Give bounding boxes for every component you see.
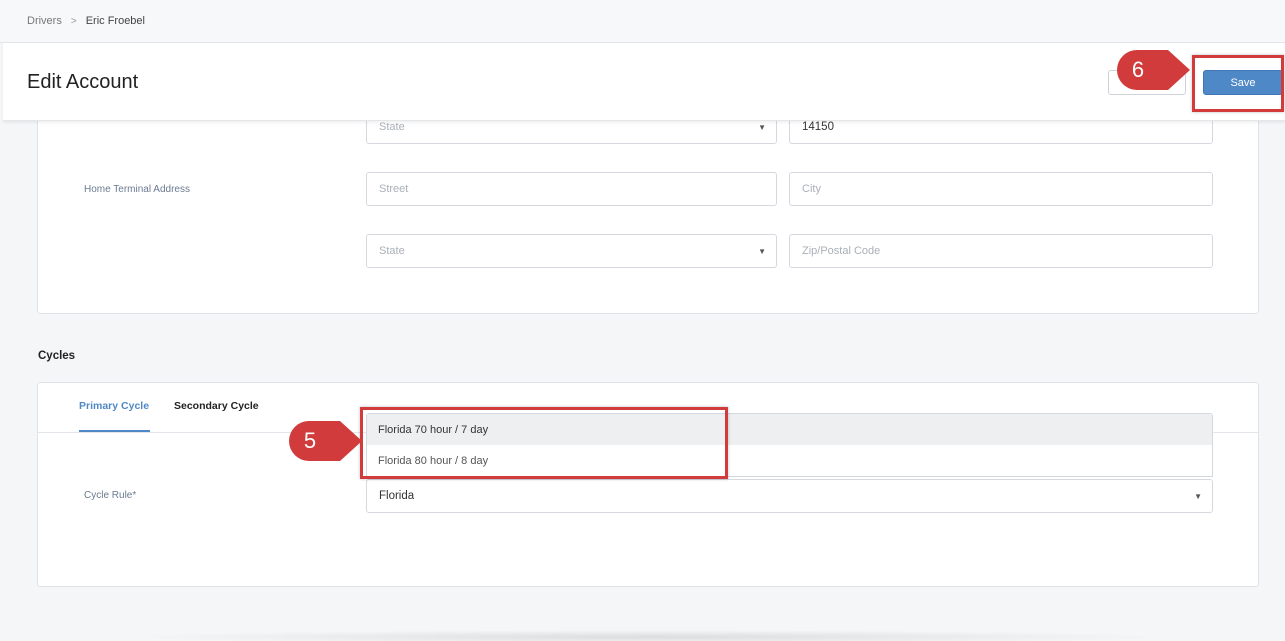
breadcrumb-separator: >	[70, 15, 77, 27]
active-tab-indicator	[79, 430, 150, 432]
tab-primary-cycle[interactable]: Primary Cycle	[79, 400, 149, 412]
cycle-rule-label: Cycle Rule*	[84, 490, 137, 501]
callout-highlight-5	[360, 407, 728, 479]
cycle-rule-select[interactable]: Florida ▼	[366, 479, 1213, 513]
page: Drivers > Eric Froebel Edit Account Save…	[0, 0, 1285, 641]
bottom-shadow	[120, 630, 1180, 641]
street-placeholder: Street	[379, 183, 409, 195]
breadcrumb-current: Eric Froebel	[85, 15, 145, 27]
callout-number-6: 6	[1131, 57, 1145, 82]
cycle-rule-value: Florida	[379, 490, 415, 502]
state-placeholder: State	[379, 245, 405, 257]
page-title: Edit Account	[27, 71, 139, 93]
page-header: Edit Account Save	[3, 43, 1285, 121]
home-terminal-state-select[interactable]: State ▼	[366, 234, 777, 268]
mailing-state-placeholder: State	[379, 121, 405, 133]
breadcrumb-drivers-link[interactable]: Drivers	[27, 15, 62, 27]
home-terminal-city-input[interactable]: City	[789, 172, 1213, 206]
callout-highlight-6	[1192, 55, 1284, 112]
callout-number-5: 5	[303, 428, 317, 453]
callout-badge-5: 5	[288, 420, 364, 467]
callout-badge-6: 6	[1116, 49, 1192, 96]
chevron-down-icon: ▼	[1194, 492, 1202, 501]
cycles-section-title: Cycles	[38, 350, 76, 362]
zip-placeholder: Zip/Postal Code	[802, 245, 881, 257]
mailing-zip-value: 14150	[802, 121, 834, 133]
home-terminal-zip-input[interactable]: Zip/Postal Code	[789, 234, 1213, 268]
tab-secondary-cycle[interactable]: Secondary Cycle	[174, 400, 259, 412]
home-terminal-street-input[interactable]: Street	[366, 172, 777, 206]
chevron-down-icon: ▼	[758, 123, 766, 132]
city-placeholder: City	[802, 183, 821, 195]
breadcrumb: Drivers > Eric Froebel	[0, 0, 1285, 43]
home-terminal-address-label: Home Terminal Address	[84, 184, 190, 195]
chevron-down-icon: ▼	[758, 247, 766, 256]
